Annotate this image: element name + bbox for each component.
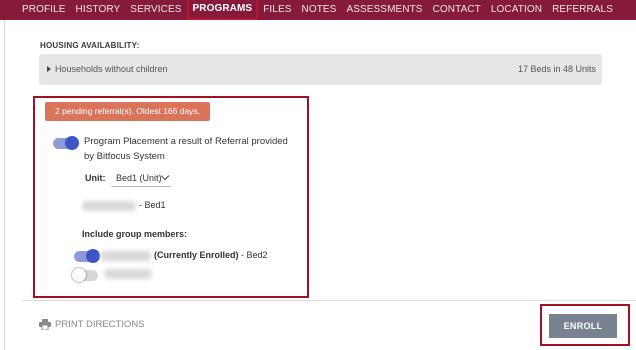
toggle-knob xyxy=(72,268,86,282)
referral-highlight-box xyxy=(33,96,309,298)
footer-divider xyxy=(22,300,636,301)
member-1-name-redacted xyxy=(101,251,151,261)
tab-services[interactable]: SERVICES xyxy=(125,0,186,20)
unit-label: Unit: xyxy=(85,173,106,183)
printer-icon xyxy=(39,319,51,330)
member-1-enrolled-status: (Currently Enrolled) xyxy=(154,250,239,260)
member-2-name-redacted xyxy=(104,269,152,279)
tab-referrals[interactable]: REFERRALS xyxy=(547,0,618,20)
households-without-children-row[interactable]: Households without children 17 Beds in 4… xyxy=(39,54,602,85)
tab-history[interactable]: HISTORY xyxy=(71,0,126,20)
tab-profile[interactable]: PROFILE xyxy=(17,0,71,20)
placement-description: Program Placement a result of Referral p… xyxy=(84,136,288,162)
row-label: Households without children xyxy=(55,64,168,74)
unit-select-value: Bed1 (Unit) xyxy=(116,173,162,183)
client-bed: - Bed1 xyxy=(139,200,166,210)
print-directions-link[interactable]: PRINT DIRECTIONS xyxy=(39,319,145,330)
chevron-down-icon xyxy=(160,171,170,181)
housing-availability-label: HOUSING AVAILABILITY: xyxy=(40,41,140,50)
toggle-knob xyxy=(65,136,79,150)
caret-right-icon xyxy=(47,66,51,72)
group-members-label: Include group members: xyxy=(82,229,188,239)
tab-contact[interactable]: CONTACT xyxy=(428,0,486,20)
unit-select[interactable]: Bed1 (Unit) xyxy=(111,171,171,187)
bed-unit-count: 17 Beds in 48 Units xyxy=(517,64,596,74)
tab-programs[interactable]: PROGRAMS xyxy=(186,0,259,20)
toggle-knob xyxy=(86,249,100,263)
member-1-status: (Currently Enrolled) - Bed2 xyxy=(154,250,268,260)
print-directions-label: PRINT DIRECTIONS xyxy=(55,319,145,330)
member-1-bed: - Bed2 xyxy=(238,250,268,260)
tab-location[interactable]: LOCATION xyxy=(486,0,547,20)
left-divider xyxy=(4,20,5,350)
pending-referrals-badge[interactable]: 2 pending referral(s). Oldest 166 days. xyxy=(45,102,211,121)
enroll-button[interactable]: ENROLL xyxy=(549,314,617,338)
member-1-toggle[interactable] xyxy=(74,249,100,263)
tab-files[interactable]: FILES xyxy=(258,0,296,20)
member-2-toggle[interactable] xyxy=(72,268,98,282)
placement-toggle[interactable] xyxy=(53,136,79,150)
client-name-redacted xyxy=(82,201,136,211)
tab-notes[interactable]: NOTES xyxy=(297,0,342,20)
tab-assessments[interactable]: ASSESSMENTS xyxy=(341,0,427,20)
top-nav: PROFILE HISTORY SERVICES PROGRAMS FILES … xyxy=(0,0,636,20)
